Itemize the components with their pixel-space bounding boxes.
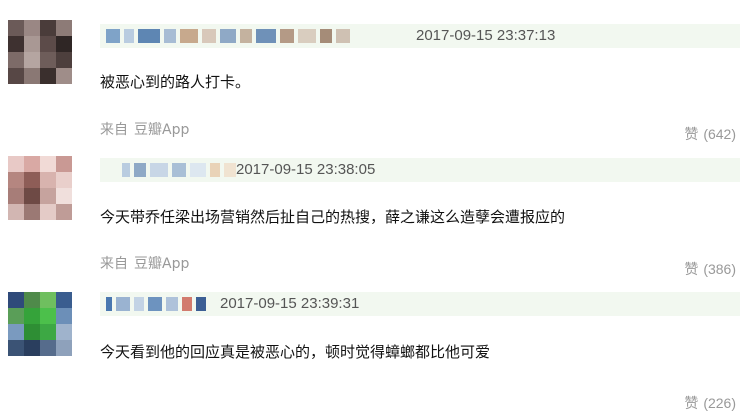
username-redacted[interactable] bbox=[106, 297, 206, 311]
like-label: 赞 bbox=[684, 127, 699, 143]
avatar[interactable] bbox=[8, 20, 72, 84]
like-button[interactable]: 赞 (386) bbox=[684, 260, 736, 279]
comment-header: 2017-09-15 23:38:05 bbox=[100, 158, 740, 182]
comment-text: 今天带乔任梁出场营销然后扯自己的热搜，薛之谦这么造孽会遭报应的 bbox=[100, 208, 566, 226]
comment-timestamp: 2017-09-15 23:39:31 bbox=[220, 295, 360, 312]
comment-header: 2017-09-15 23:39:31 bbox=[100, 292, 740, 316]
like-count: (226) bbox=[703, 395, 736, 411]
like-label: 赞 bbox=[684, 262, 699, 278]
comment-timestamp: 2017-09-15 23:38:05 bbox=[236, 161, 376, 178]
comment-header: 2017-09-15 23:37:13 bbox=[100, 24, 740, 48]
source-prefix: 来自 bbox=[100, 122, 128, 138]
comment-text: 今天看到他的回应真是被恶心的，顿时觉得蟑螂都比他可爱 bbox=[100, 343, 491, 361]
username-redacted[interactable] bbox=[122, 163, 236, 177]
like-label: 赞 bbox=[684, 396, 699, 412]
source-prefix: 来自 bbox=[100, 256, 128, 272]
like-button[interactable]: 赞 (642) bbox=[684, 125, 736, 144]
like-count: (642) bbox=[703, 126, 736, 142]
comment-source: 来自 豆瓣App bbox=[100, 255, 189, 273]
avatar[interactable] bbox=[8, 292, 72, 356]
comment-timestamp: 2017-09-15 23:37:13 bbox=[416, 27, 556, 44]
comment-text: 被恶心到的路人打卡。 bbox=[100, 73, 251, 91]
username-redacted[interactable] bbox=[106, 29, 350, 43]
like-button[interactable]: 赞 (226) bbox=[684, 394, 736, 413]
source-app-link[interactable]: 豆瓣App bbox=[134, 256, 189, 272]
avatar[interactable] bbox=[8, 156, 72, 220]
like-count: (386) bbox=[703, 261, 736, 277]
comment-source: 来自 豆瓣App bbox=[100, 121, 189, 139]
source-app-link[interactable]: 豆瓣App bbox=[134, 122, 189, 138]
